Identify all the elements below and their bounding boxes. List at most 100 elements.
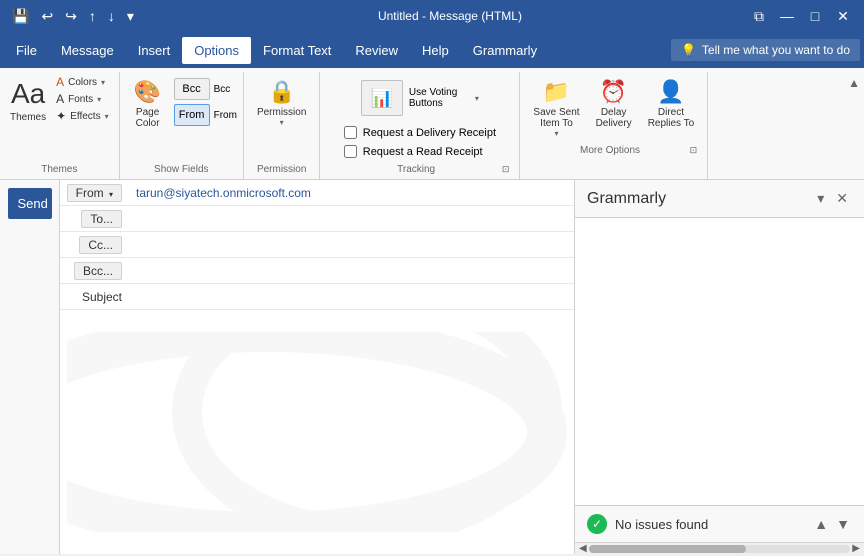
show-fields-items: 🎨 PageColor Bcc Bcc From From xyxy=(126,74,237,162)
save-sent-button[interactable]: 📁 Save SentItem To ▾ xyxy=(526,74,586,143)
colors-label: Colors xyxy=(68,77,97,88)
voting-label: Use Voting Buttons xyxy=(409,87,469,109)
cc-input[interactable] xyxy=(130,236,574,254)
scrollbar-right-button[interactable]: ▶ xyxy=(850,541,862,556)
fonts-arrow-icon: ▾ xyxy=(97,95,101,104)
to-input[interactable] xyxy=(130,210,574,228)
lightbulb-icon: 💡 xyxy=(681,43,696,57)
save-sent-icon: 📁 xyxy=(543,79,570,105)
watermark-svg xyxy=(67,332,567,532)
grammarly-collapse-button[interactable]: ▾ xyxy=(813,188,828,209)
menu-file[interactable]: File xyxy=(4,37,49,64)
tracking-expand-icon[interactable]: ⊡ xyxy=(502,164,510,175)
more-icon[interactable]: ▾ xyxy=(123,6,138,27)
tracking-label-row: Tracking ⊡ xyxy=(326,162,513,177)
from-dropdown-arrow: ▾ xyxy=(109,190,113,199)
send-button[interactable]: Send xyxy=(8,188,52,219)
grammarly-footer: ✓ No issues found ▲ ▼ xyxy=(575,505,864,542)
grammarly-close-button[interactable]: ✕ xyxy=(832,188,852,209)
from-button[interactable]: From ▾ xyxy=(67,184,122,202)
bcc-label-area: Bcc... xyxy=(60,262,130,280)
ribbon-collapse-button[interactable]: ▲ xyxy=(844,72,864,94)
read-receipt-checkbox[interactable] xyxy=(344,145,357,158)
fonts-icon: A xyxy=(56,92,64,106)
scrollbar-left-button[interactable]: ◀ xyxy=(577,541,589,556)
themes-label: Themes xyxy=(10,112,46,123)
themes-button[interactable]: Aa Themes xyxy=(6,74,50,127)
ribbon-group-more-options: 📁 Save SentItem To ▾ ⏰ DelayDelivery 👤 D… xyxy=(520,72,708,179)
email-main: From ▾ tarun@siyatech.onmicrosoft.com To… xyxy=(60,180,574,554)
permission-button[interactable]: 🔒 Permission ▾ xyxy=(250,74,313,132)
themes-small-btns: A Colors ▾ A Fonts ▾ ✦ Effects ▾ xyxy=(52,74,112,124)
menu-format-text[interactable]: Format Text xyxy=(251,37,343,64)
effects-arrow-icon: ▾ xyxy=(105,112,109,121)
from-label-area: From ▾ xyxy=(60,184,130,202)
effects-icon: ✦ xyxy=(56,109,66,123)
delay-delivery-button[interactable]: ⏰ DelayDelivery xyxy=(589,74,639,134)
undo-icon[interactable]: ↩ xyxy=(37,6,57,27)
from-text: From xyxy=(214,110,237,121)
grammarly-up-button[interactable]: ▲ xyxy=(812,514,830,534)
scrollbar-track xyxy=(589,545,851,553)
scrollbar-thumb xyxy=(589,545,746,553)
delivery-receipt-check[interactable]: Request a Delivery Receipt xyxy=(344,126,496,139)
cc-button[interactable]: Cc... xyxy=(79,236,122,254)
page-color-icon: 🎨 xyxy=(134,79,161,105)
colors-button[interactable]: A Colors ▾ xyxy=(52,74,112,90)
cc-label-area: Cc... xyxy=(60,236,130,254)
save-icon[interactable]: 💾 xyxy=(8,6,33,27)
close-button[interactable]: ✕ xyxy=(830,4,856,28)
cc-field-row: Cc... xyxy=(60,232,574,258)
bcc-field-button[interactable]: Bcc... xyxy=(74,262,122,280)
direct-replies-label: DirectReplies To xyxy=(648,107,695,129)
subject-input[interactable] xyxy=(130,288,574,306)
effects-button[interactable]: ✦ Effects ▾ xyxy=(52,108,112,124)
delivery-receipt-label: Request a Delivery Receipt xyxy=(363,127,496,139)
ribbon: Aa Themes A Colors ▾ A Fonts ▾ ✦ Effects… xyxy=(0,68,864,180)
bcc-button[interactable]: Bcc Bcc xyxy=(174,78,237,100)
redo-icon[interactable]: ↪ xyxy=(61,6,81,27)
from-field-row: From ▾ tarun@siyatech.onmicrosoft.com xyxy=(60,180,574,206)
from-ribbon-button[interactable]: From From xyxy=(174,104,237,126)
email-container: Send From ▾ tarun@siyatech.onmicrosoft.c… xyxy=(0,180,864,554)
delivery-receipt-checkbox[interactable] xyxy=(344,126,357,139)
menu-message[interactable]: Message xyxy=(49,37,126,64)
voting-icon: 📊 xyxy=(361,80,403,116)
tracking-group-label: Tracking xyxy=(330,162,501,177)
tell-me-box[interactable]: 💡 Tell me what you want to do xyxy=(671,39,860,61)
voting-button[interactable]: 📊 Use Voting Buttons ▾ xyxy=(361,80,479,116)
fonts-button[interactable]: A Fonts ▾ xyxy=(52,91,112,107)
menu-options[interactable]: Options xyxy=(182,37,251,64)
grammarly-down-button[interactable]: ▼ xyxy=(834,514,852,534)
from-value: tarun@siyatech.onmicrosoft.com xyxy=(130,184,317,202)
save-sent-arrow: ▾ xyxy=(554,129,558,138)
tracking-items: 📊 Use Voting Buttons ▾ xyxy=(357,74,483,122)
email-body[interactable] xyxy=(60,310,574,554)
minimize-button[interactable]: — xyxy=(774,4,800,28)
direct-replies-button[interactable]: 👤 DirectReplies To xyxy=(641,74,702,134)
permission-items: 🔒 Permission ▾ xyxy=(250,74,313,162)
menu-review[interactable]: Review xyxy=(343,37,410,64)
grammarly-body xyxy=(575,218,864,505)
grammarly-header-buttons: ▾ ✕ xyxy=(813,188,852,209)
read-receipt-check[interactable]: Request a Read Receipt xyxy=(344,145,496,158)
grammarly-panel: Grammarly ▾ ✕ ✓ No issues found ▲ ▼ ◀ ▶ xyxy=(574,180,864,554)
bcc-input[interactable] xyxy=(130,262,574,280)
menu-grammarly[interactable]: Grammarly xyxy=(461,37,549,64)
fonts-label: Fonts xyxy=(68,94,93,105)
down-icon[interactable]: ↓ xyxy=(104,6,119,26)
menu-help[interactable]: Help xyxy=(410,37,461,64)
permission-arrow: ▾ xyxy=(280,118,284,127)
up-icon[interactable]: ↑ xyxy=(85,6,100,26)
to-label-area: To... xyxy=(60,210,130,228)
more-options-expand-icon[interactable]: ⊡ xyxy=(690,145,698,156)
page-color-button[interactable]: 🎨 PageColor xyxy=(126,74,170,134)
to-button[interactable]: To... xyxy=(81,210,122,228)
menu-insert[interactable]: Insert xyxy=(126,37,183,64)
maximize-button[interactable]: □ xyxy=(802,4,828,28)
delay-delivery-icon: ⏰ xyxy=(600,79,627,105)
restore-down-button[interactable]: ⧉ xyxy=(746,4,772,28)
from-label: From xyxy=(76,186,104,200)
show-fields-group-label: Show Fields xyxy=(154,162,208,177)
more-options-label-row: More Options ⊡ xyxy=(526,143,701,158)
